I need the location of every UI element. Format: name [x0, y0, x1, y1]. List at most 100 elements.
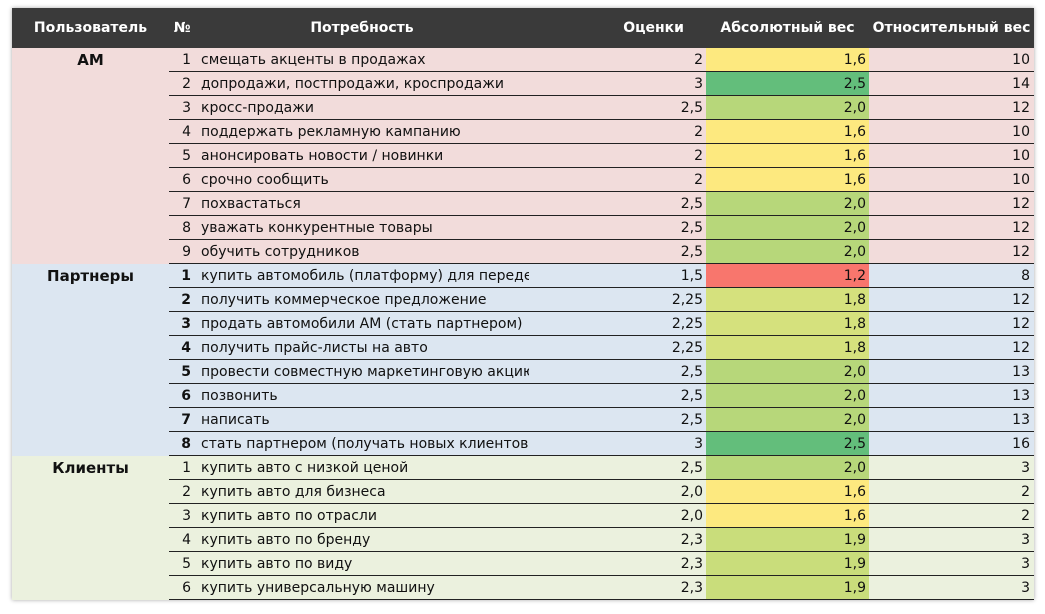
- rel-weight-cell[interactable]: 12: [869, 336, 1034, 359]
- row-number[interactable]: 6: [169, 576, 195, 599]
- row-number[interactable]: 5: [169, 144, 195, 167]
- need-cell[interactable]: поддержать рекламную кампанию: [195, 120, 529, 143]
- score-cell[interactable]: 2: [529, 168, 706, 191]
- rel-weight-cell[interactable]: 3: [869, 552, 1034, 575]
- score-cell[interactable]: 2,0: [529, 480, 706, 503]
- rel-weight-cell[interactable]: 10: [869, 120, 1034, 143]
- abs-weight-cell[interactable]: 2,0: [706, 192, 869, 215]
- rel-weight-cell[interactable]: 12: [869, 192, 1034, 215]
- need-cell[interactable]: купить универсальную машину: [195, 576, 529, 599]
- score-cell[interactable]: 1,5: [529, 264, 706, 287]
- score-cell[interactable]: 2,3: [529, 576, 706, 599]
- rel-weight-cell[interactable]: 16: [869, 432, 1034, 455]
- score-cell[interactable]: 2,25: [529, 288, 706, 311]
- score-cell[interactable]: 2,3: [529, 552, 706, 575]
- abs-weight-cell[interactable]: 1,8: [706, 288, 869, 311]
- row-number[interactable]: 9: [169, 240, 195, 263]
- rel-weight-cell[interactable]: 2: [869, 480, 1034, 503]
- rel-weight-cell[interactable]: 12: [869, 288, 1034, 311]
- score-cell[interactable]: 2,5: [529, 216, 706, 239]
- row-number[interactable]: 2: [169, 288, 195, 311]
- abs-weight-cell[interactable]: 2,0: [706, 456, 869, 479]
- abs-weight-cell[interactable]: 1,9: [706, 528, 869, 551]
- score-cell[interactable]: 2: [529, 144, 706, 167]
- abs-weight-cell[interactable]: 1,6: [706, 144, 869, 167]
- row-number[interactable]: 6: [169, 384, 195, 407]
- need-cell[interactable]: кросс-продажи: [195, 96, 529, 119]
- row-number[interactable]: 5: [169, 360, 195, 383]
- abs-weight-cell[interactable]: 2,5: [706, 72, 869, 95]
- abs-weight-cell[interactable]: 1,6: [706, 504, 869, 527]
- header-rel-weight[interactable]: Относительный вес: [869, 8, 1034, 48]
- abs-weight-cell[interactable]: 1,8: [706, 312, 869, 335]
- abs-weight-cell[interactable]: 1,6: [706, 168, 869, 191]
- rel-weight-cell[interactable]: 12: [869, 216, 1034, 239]
- abs-weight-cell[interactable]: 2,0: [706, 408, 869, 431]
- need-cell[interactable]: анонсировать новости / новинки: [195, 144, 529, 167]
- need-cell[interactable]: получить коммерческое предложение: [195, 288, 529, 311]
- row-number[interactable]: 8: [169, 432, 195, 455]
- score-cell[interactable]: 2,5: [529, 360, 706, 383]
- row-number[interactable]: 1: [169, 456, 195, 479]
- rel-weight-cell[interactable]: 12: [869, 240, 1034, 263]
- group-label[interactable]: Партнеры: [12, 264, 169, 456]
- rel-weight-cell[interactable]: 13: [869, 384, 1034, 407]
- abs-weight-cell[interactable]: 1,8: [706, 336, 869, 359]
- abs-weight-cell[interactable]: 2,0: [706, 216, 869, 239]
- rel-weight-cell[interactable]: 14: [869, 72, 1034, 95]
- row-number[interactable]: 2: [169, 480, 195, 503]
- need-cell[interactable]: купить авто для бизнеса: [195, 480, 529, 503]
- need-cell[interactable]: купить авто по бренду: [195, 528, 529, 551]
- rel-weight-cell[interactable]: 10: [869, 144, 1034, 167]
- score-cell[interactable]: 3: [529, 432, 706, 455]
- score-cell[interactable]: 2: [529, 120, 706, 143]
- need-cell[interactable]: купить авто по виду: [195, 552, 529, 575]
- need-cell[interactable]: получить прайс-листы на авто: [195, 336, 529, 359]
- need-cell[interactable]: продать автомобили АМ (стать партнером): [195, 312, 529, 335]
- abs-weight-cell[interactable]: 1,2: [706, 264, 869, 287]
- rel-weight-cell[interactable]: 12: [869, 96, 1034, 119]
- need-cell[interactable]: срочно сообщить: [195, 168, 529, 191]
- row-number[interactable]: 5: [169, 552, 195, 575]
- score-cell[interactable]: 2,5: [529, 240, 706, 263]
- need-cell[interactable]: купить авто с низкой ценой: [195, 456, 529, 479]
- row-number[interactable]: 1: [169, 264, 195, 287]
- header-user[interactable]: Пользователь: [12, 8, 169, 48]
- rel-weight-cell[interactable]: 12: [869, 312, 1034, 335]
- row-number[interactable]: 3: [169, 312, 195, 335]
- abs-weight-cell[interactable]: 2,0: [706, 384, 869, 407]
- row-number[interactable]: 1: [169, 48, 195, 71]
- abs-weight-cell[interactable]: 2,5: [706, 432, 869, 455]
- abs-weight-cell[interactable]: 1,6: [706, 480, 869, 503]
- score-cell[interactable]: 2,0: [529, 504, 706, 527]
- score-cell[interactable]: 2,5: [529, 192, 706, 215]
- row-number[interactable]: 2: [169, 72, 195, 95]
- row-number[interactable]: 6: [169, 168, 195, 191]
- score-cell[interactable]: 2,25: [529, 336, 706, 359]
- rel-weight-cell[interactable]: 3: [869, 576, 1034, 599]
- rel-weight-cell[interactable]: 8: [869, 264, 1034, 287]
- group-label[interactable]: Клиенты: [12, 456, 169, 600]
- need-cell[interactable]: уважать конкурентные товары: [195, 216, 529, 239]
- abs-weight-cell[interactable]: 2,0: [706, 96, 869, 119]
- need-cell[interactable]: похвастаться: [195, 192, 529, 215]
- row-number[interactable]: 4: [169, 120, 195, 143]
- row-number[interactable]: 7: [169, 408, 195, 431]
- score-cell[interactable]: 2,5: [529, 408, 706, 431]
- abs-weight-cell[interactable]: 1,9: [706, 576, 869, 599]
- score-cell[interactable]: 2: [529, 48, 706, 71]
- rel-weight-cell[interactable]: 3: [869, 456, 1034, 479]
- header-need[interactable]: Потребность: [195, 8, 529, 48]
- rel-weight-cell[interactable]: 10: [869, 48, 1034, 71]
- abs-weight-cell[interactable]: 2,0: [706, 360, 869, 383]
- row-number[interactable]: 4: [169, 528, 195, 551]
- row-number[interactable]: 8: [169, 216, 195, 239]
- rel-weight-cell[interactable]: 13: [869, 360, 1034, 383]
- need-cell[interactable]: стать партнером (получать новых клиентов…: [195, 432, 529, 455]
- need-cell[interactable]: купить авто по отрасли: [195, 504, 529, 527]
- abs-weight-cell[interactable]: 1,6: [706, 48, 869, 71]
- need-cell[interactable]: провести совместную маркетинговую акцию: [195, 360, 529, 383]
- rel-weight-cell[interactable]: 10: [869, 168, 1034, 191]
- score-cell[interactable]: 2,5: [529, 96, 706, 119]
- rel-weight-cell[interactable]: 2: [869, 504, 1034, 527]
